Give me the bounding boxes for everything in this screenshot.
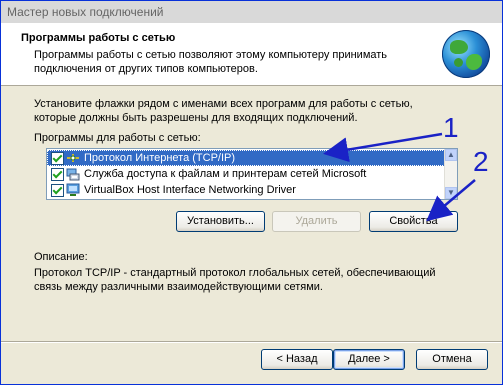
window-title: Мастер новых подключений: [7, 5, 164, 19]
list-scrollbar[interactable]: ▲ ▼: [444, 149, 457, 199]
properties-button[interactable]: Свойства: [369, 211, 458, 232]
network-driver-icon: [66, 183, 80, 196]
annotation-marker-2: 2: [473, 146, 489, 177]
scroll-down-icon[interactable]: ▼: [445, 187, 457, 199]
scroll-up-icon[interactable]: ▲: [445, 149, 457, 161]
back-button[interactable]: < Назад: [261, 349, 333, 370]
checkbox-tcpip[interactable]: [51, 152, 64, 165]
bottom-separator: [1, 341, 502, 343]
description-label: Описание:: [34, 251, 88, 263]
network-programs-list[interactable]: Протокол Интернета (TCP/IP) Служба досту…: [46, 148, 458, 200]
header-title: Программы работы с сетью: [21, 32, 176, 44]
list-item-label: Служба доступа к файлам и принтерам сете…: [84, 168, 367, 180]
file-printer-sharing-icon: [66, 168, 80, 181]
list-item-label: VirtualBox Host Interface Networking Dri…: [84, 184, 296, 196]
checkbox-virtualbox[interactable]: [51, 184, 64, 197]
install-button[interactable]: Установить...: [176, 211, 265, 232]
title-bar[interactable]: Мастер новых подключений: [1, 1, 502, 23]
remove-button[interactable]: Удалить: [272, 211, 361, 232]
list-item-label: Протокол Интернета (TCP/IP): [84, 152, 236, 164]
network-protocol-icon: [67, 154, 79, 162]
annotation-marker-1: 1: [443, 112, 459, 143]
wizard-header: Программы работы с сетью Программы работ…: [1, 23, 502, 86]
header-description: Программы работы с сетью позволяют этому…: [34, 49, 388, 75]
description-text: Протокол TCP/IP - стандартный протокол г…: [34, 267, 436, 293]
list-item-virtualbox[interactable]: VirtualBox Host Interface Networking Dri…: [47, 182, 445, 198]
list-label: Программы для работы с сетью:: [34, 132, 201, 144]
next-button[interactable]: Далее >: [333, 349, 405, 370]
wizard-window: Мастер новых подключений Программы работ…: [0, 0, 503, 385]
checkbox-file-sharing[interactable]: [51, 168, 64, 181]
globe-icon: [442, 30, 490, 78]
cancel-button[interactable]: Отмена: [416, 349, 488, 370]
instruction-text: Установите флажки рядом с именами всех п…: [34, 98, 413, 124]
list-item-file-sharing[interactable]: Служба доступа к файлам и принтерам сете…: [47, 166, 445, 182]
list-item-tcpip[interactable]: Протокол Интернета (TCP/IP): [47, 150, 445, 166]
